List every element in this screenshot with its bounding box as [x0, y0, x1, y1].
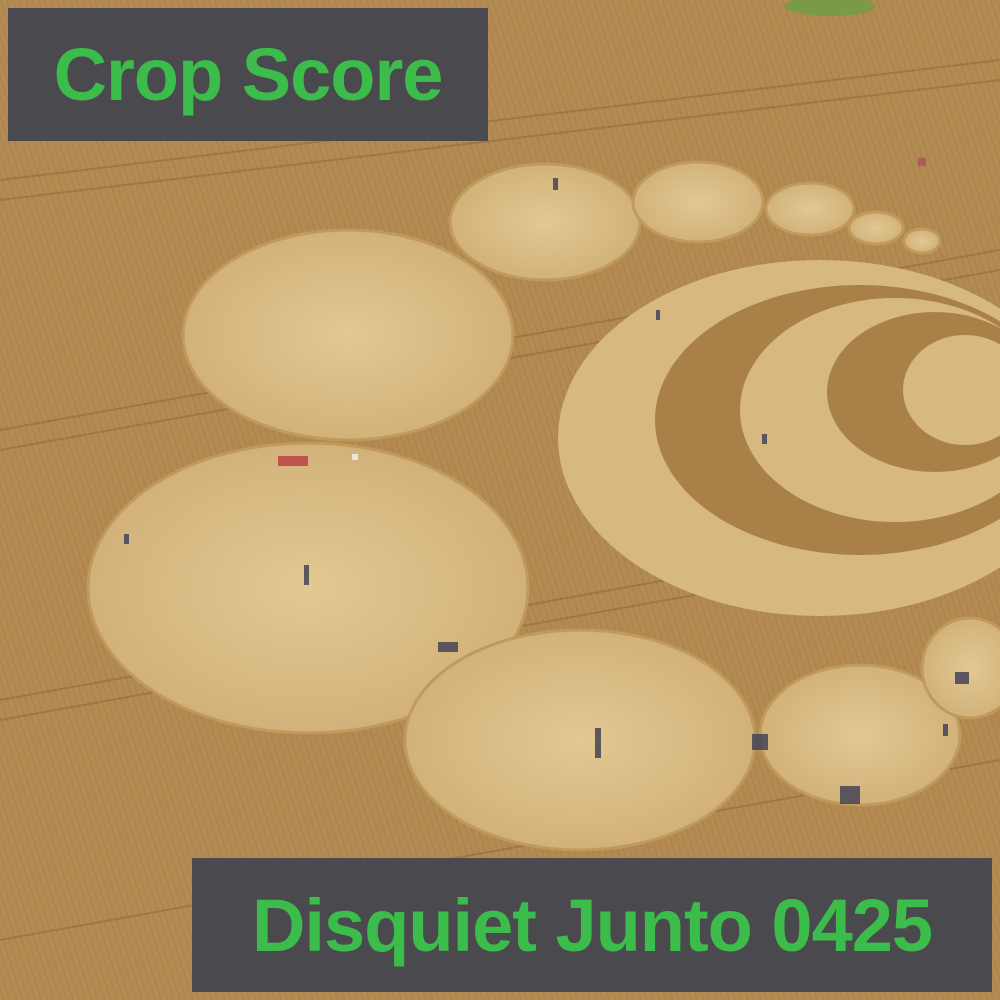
title-text: Crop Score — [53, 33, 444, 116]
title-box: Crop Score — [8, 8, 488, 141]
subtitle-text: Disquiet Junto 0425 — [251, 883, 933, 967]
crop-field-photo — [0, 0, 1000, 1000]
album-cover: Crop Score Disquiet Junto 0425 — [0, 0, 1000, 1000]
subtitle-box: Disquiet Junto 0425 — [192, 858, 992, 992]
